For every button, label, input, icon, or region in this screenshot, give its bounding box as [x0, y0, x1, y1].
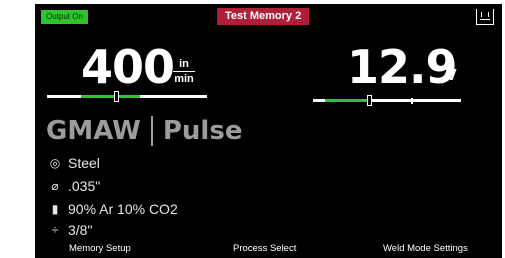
memory-setup-button[interactable]: Memory Setup: [69, 243, 131, 255]
volt-slider-thumb[interactable]: [367, 95, 373, 106]
wire-diameter-label: .035": [68, 178, 101, 194]
volt-slider-range: [324, 99, 370, 102]
gas-label: 90% Ar 10% CO2: [68, 201, 178, 217]
wire-feed-speed-value[interactable]: 400: [81, 42, 175, 92]
process-title[interactable]: GMAW Pulse: [46, 116, 242, 146]
wfs-slider-thumb[interactable]: [113, 91, 119, 102]
wfs-slider-range: [80, 95, 140, 98]
wire-feed-speed-unit: in min: [173, 58, 195, 85]
spool-icon: ◎: [49, 156, 61, 170]
unit-denominator: min: [174, 73, 194, 85]
process-mode: Pulse: [162, 116, 243, 146]
wire-diameter-row: ⌀ .035": [48, 177, 100, 195]
unit-numerator: in: [173, 58, 195, 72]
output-status-badge: Output On: [41, 10, 88, 24]
output-terminal-icon: [476, 9, 494, 25]
volt-slider-marker: [410, 98, 413, 104]
weld-mode-settings-button[interactable]: Weld Mode Settings: [383, 243, 468, 255]
voltage-unit: V: [446, 67, 457, 84]
material-label: Steel: [68, 155, 100, 171]
voltage-value[interactable]: 12.9: [347, 42, 458, 92]
thickness-label: 3/8": [68, 222, 93, 238]
diameter-icon: ⌀: [51, 179, 59, 193]
material-row: ◎ Steel: [48, 154, 100, 172]
gas-cylinder-icon: ▮: [51, 202, 59, 216]
memory-badge[interactable]: Test Memory 2: [217, 8, 310, 25]
process-type: GMAW: [46, 116, 141, 146]
thickness-icon: ÷: [51, 223, 59, 237]
gas-row: ▮ 90% Ar 10% CO2: [48, 200, 178, 218]
thickness-row: ÷ 3/8": [48, 221, 93, 239]
weld-display-screen: Output On Test Memory 2 400 in min 12.9 …: [35, 4, 502, 258]
process-divider: [150, 116, 153, 146]
process-select-button[interactable]: Process Select: [233, 243, 296, 255]
